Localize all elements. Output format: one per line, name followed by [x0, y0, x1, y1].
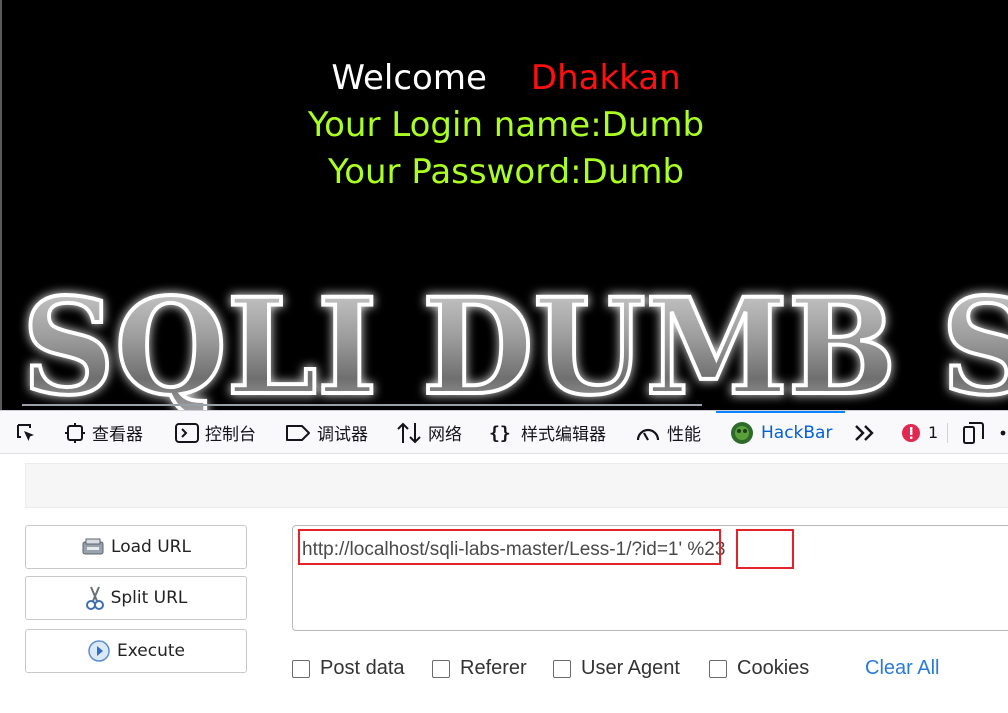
- welcome-name: Dhakkan: [530, 58, 681, 98]
- tab-inspector[interactable]: 查看器: [64, 411, 143, 454]
- referer-checkbox[interactable]: [432, 659, 450, 678]
- toolbar-separator: [947, 423, 948, 443]
- execute-label: Execute: [117, 641, 185, 661]
- double-chevron-right-icon: [855, 424, 874, 441]
- annotation-box-url: [298, 529, 721, 565]
- play-icon: [88, 640, 110, 662]
- error-count: 1: [928, 423, 939, 442]
- referer-option[interactable]: Referer: [432, 657, 527, 680]
- console-icon: [175, 422, 199, 443]
- cookies-option[interactable]: Cookies: [709, 657, 809, 680]
- split-url-label: Split URL: [110, 588, 188, 608]
- style-editor-icon: {}: [489, 423, 511, 444]
- load-url-button[interactable]: Load URL: [25, 525, 247, 569]
- cookies-label: Cookies: [737, 657, 810, 679]
- tab-label: 调试器: [317, 425, 368, 445]
- pick-element-icon: [17, 423, 34, 441]
- tab-network[interactable]: 网络: [396, 411, 462, 454]
- welcome-word: Welcome: [331, 58, 487, 98]
- banner-underline: [22, 404, 702, 406]
- tab-label: 性能: [667, 425, 701, 445]
- tab-label: 控制台: [205, 425, 256, 445]
- hackbar-panel: Load URL Split URL Execute http://localh…: [0, 454, 1008, 713]
- more-options-button[interactable]: [998, 411, 1008, 454]
- tab-console[interactable]: 控制台: [175, 411, 256, 454]
- tab-label: 样式编辑器: [521, 425, 606, 445]
- user-agent-checkbox[interactable]: [553, 659, 571, 678]
- pick-element-button[interactable]: [14, 411, 44, 454]
- scissors-icon: [85, 586, 104, 610]
- devtools-toolbar: 查看器 控制台 调试器 网络 {} 样式编辑器 性能 HackBar 1: [0, 410, 1008, 454]
- network-icon: [397, 422, 421, 443]
- tab-hackbar[interactable]: HackBar: [729, 411, 832, 454]
- annotation-box-comment: [736, 529, 794, 569]
- responsive-design-icon: [963, 421, 984, 444]
- sqli-dumb-banner: SQLI DUMB SE: [20, 280, 1008, 410]
- banner-text: SQLI DUMB SE: [22, 280, 1008, 410]
- error-counter[interactable]: 1: [900, 411, 938, 454]
- inspector-icon: [65, 422, 85, 443]
- load-url-label: Load URL: [111, 537, 191, 557]
- tab-performance[interactable]: 性能: [635, 411, 701, 454]
- more-options-icon: [1000, 430, 1006, 435]
- tab-label: 查看器: [92, 425, 143, 445]
- error-icon: [902, 423, 920, 442]
- password-line: Your Password:Dumb: [327, 152, 685, 192]
- tab-label: 网络: [428, 425, 462, 445]
- tab-debugger[interactable]: 调试器: [285, 411, 368, 454]
- cookies-checkbox[interactable]: [709, 659, 727, 678]
- clear-all-link[interactable]: Clear All: [865, 657, 939, 680]
- web-page: Welcome Dhakkan Your Login name:Dumb Your…: [0, 0, 1008, 410]
- debugger-icon: [286, 424, 310, 441]
- load-url-icon: [82, 538, 104, 555]
- login-name-line: Your Login name:Dumb: [307, 105, 705, 145]
- tab-style-editor[interactable]: {} 样式编辑器: [489, 411, 606, 454]
- post-data-option[interactable]: Post data: [292, 657, 405, 680]
- tab-label: HackBar: [761, 422, 833, 443]
- svg-text:{}: {}: [489, 423, 511, 444]
- user-agent-label: User Agent: [581, 657, 680, 679]
- hackbar-icon: [731, 421, 753, 444]
- hackbar-top-strip: [25, 463, 1008, 508]
- referer-label: Referer: [460, 657, 527, 679]
- post-data-checkbox[interactable]: [292, 659, 310, 678]
- responsive-design-button[interactable]: [962, 411, 992, 454]
- user-agent-option[interactable]: User Agent: [553, 657, 680, 680]
- performance-icon: [636, 428, 660, 441]
- post-data-label: Post data: [320, 657, 405, 679]
- split-url-button[interactable]: Split URL: [25, 576, 247, 620]
- more-tabs-button[interactable]: [852, 411, 884, 454]
- execute-button[interactable]: Execute: [25, 629, 247, 673]
- welcome-line: Welcome Dhakkan: [2, 58, 1008, 98]
